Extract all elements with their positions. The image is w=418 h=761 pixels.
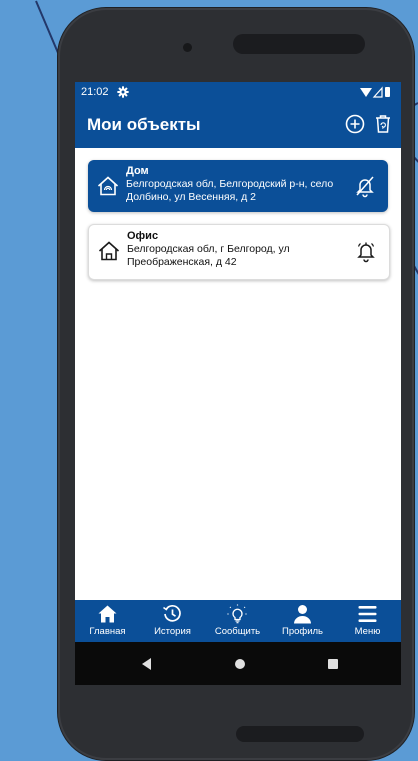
app-bar: Мои объекты — [75, 102, 401, 148]
nav-item-menu[interactable]: Меню — [335, 600, 400, 642]
object-name: Дом — [126, 165, 149, 177]
add-object-icon[interactable] — [343, 112, 367, 136]
status-bar: 21:02 — [75, 82, 401, 102]
system-navigation-bar — [75, 642, 401, 685]
delete-object-icon[interactable] — [371, 112, 395, 136]
object-name: Офис — [127, 230, 159, 242]
object-card-office[interactable]: Офис Белгородская обл, г Белгород, ул Пр… — [88, 224, 390, 280]
object-card-home[interactable]: Дом Белгородская обл, Белгородский р-н, … — [88, 160, 388, 212]
nav-label: История — [154, 626, 191, 637]
page-title: Мои объекты — [87, 115, 201, 134]
bell-ringing-icon[interactable] — [355, 239, 377, 263]
nav-item-home[interactable]: Главная — [75, 600, 140, 642]
report-icon — [227, 604, 248, 624]
bell-off-icon[interactable] — [354, 174, 376, 198]
bottom-navigation: Главная История Сообщить Профиль Меню — [75, 600, 401, 642]
signal-battery-icon — [360, 86, 390, 98]
back-icon[interactable] — [137, 654, 157, 674]
house-icon — [98, 241, 120, 261]
nav-label: Меню — [354, 626, 381, 637]
nav-label: Сообщить — [214, 626, 261, 637]
nav-item-report[interactable]: Сообщить — [205, 600, 270, 642]
nav-label: Главная — [89, 626, 126, 637]
house-icon — [97, 176, 119, 196]
object-address: Белгородская обл, Белгородский р-н, село… — [126, 178, 334, 203]
menu-icon — [358, 606, 377, 622]
recent-apps-icon[interactable] — [323, 654, 343, 674]
nav-item-profile[interactable]: Профиль — [270, 600, 335, 642]
status-time: 21:02 — [81, 86, 109, 98]
home-icon — [98, 605, 117, 623]
settings-gear-icon — [117, 86, 129, 98]
app-screen: 21:02 Мои объекты Дом Белгородская обл, … — [75, 82, 401, 685]
history-icon — [163, 605, 181, 622]
nav-label: Профиль — [281, 626, 323, 637]
bottom-speaker — [236, 726, 364, 742]
home-circle-icon[interactable] — [230, 654, 250, 674]
profile-icon — [294, 605, 311, 624]
earpiece-speaker — [233, 34, 365, 54]
nav-item-history[interactable]: История — [140, 600, 205, 642]
front-camera — [183, 43, 192, 52]
object-address: Белгородская обл, г Белгород, ул Преобра… — [127, 243, 290, 268]
